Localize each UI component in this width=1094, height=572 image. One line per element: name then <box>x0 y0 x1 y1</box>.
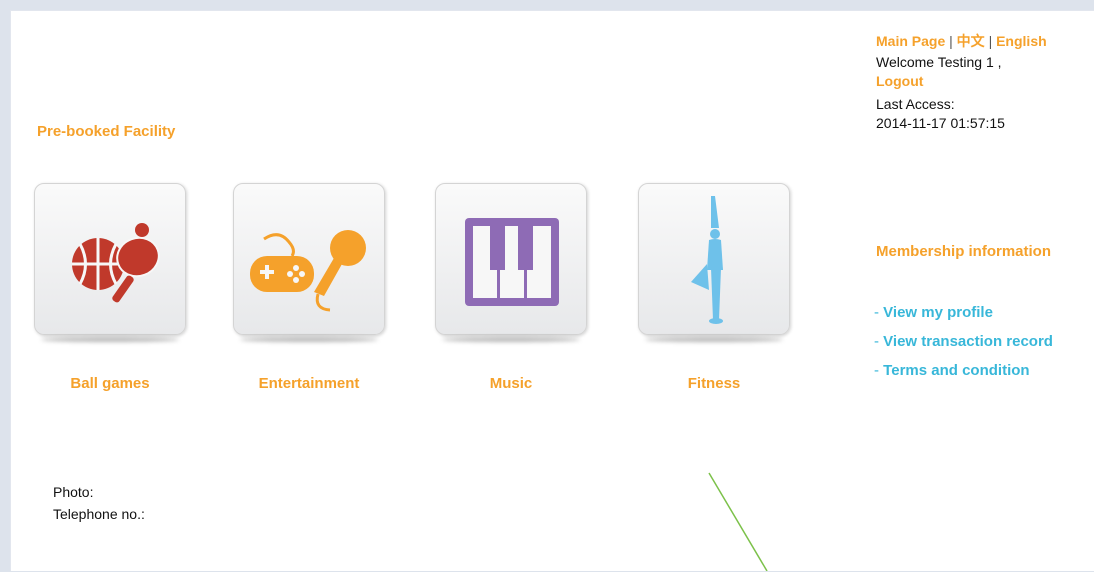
main-page-link[interactable]: Main Page <box>876 33 945 49</box>
account-panel: Main Page | 中文 | English Welcome Testing… <box>876 32 1047 133</box>
language-nav: Main Page | 中文 | English <box>876 32 1047 51</box>
photo-label: Photo: <box>53 484 94 500</box>
facility-ball-games[interactable]: Ball games <box>34 183 186 392</box>
yoga-figure-icon <box>691 196 723 324</box>
facility-tile[interactable] <box>638 183 790 335</box>
facility-label-music[interactable]: Music <box>435 375 587 392</box>
chinese-link[interactable]: 中文 <box>957 33 985 49</box>
membership-info-title: Membership information <box>876 243 1052 260</box>
last-access-label: Last Access: <box>876 96 955 112</box>
logout-link[interactable]: Logout <box>876 73 923 89</box>
prebooked-facility-title: Pre-booked Facility <box>37 123 176 140</box>
view-transaction-record-link[interactable]: - View transaction record <box>874 327 1053 356</box>
membership-links: - View my profile - View transaction rec… <box>874 298 1053 385</box>
ball-games-icon <box>72 223 160 303</box>
facility-label-ball-games[interactable]: Ball games <box>34 375 186 392</box>
welcome-text: Welcome Testing 1 , <box>876 54 1002 70</box>
facility-entertainment[interactable]: Entertainment <box>233 183 385 392</box>
main-page-area: Pre-booked Facility Ball games Entertain… <box>10 10 1094 571</box>
facility-fitness[interactable]: Fitness <box>638 183 790 392</box>
separator: | <box>949 33 953 49</box>
terms-and-condition-link[interactable]: - Terms and condition <box>874 356 1053 385</box>
facility-tile[interactable] <box>435 183 587 335</box>
facility-label-entertainment[interactable]: Entertainment <box>233 375 385 392</box>
last-access-value: 2014-11-17 01:57:15 <box>876 115 1005 131</box>
profile-info: Photo: Telephone no.: <box>53 481 145 525</box>
piano-keys-icon <box>465 218 559 306</box>
telephone-label: Telephone no.: <box>53 506 145 522</box>
facility-label-fitness[interactable]: Fitness <box>638 375 790 392</box>
game-controller-microphone-icon <box>250 230 366 312</box>
english-link[interactable]: English <box>996 33 1047 49</box>
view-profile-link[interactable]: - View my profile <box>874 298 1053 327</box>
facility-tile[interactable] <box>233 183 385 335</box>
facility-music[interactable]: Music <box>435 183 587 392</box>
facility-tile[interactable] <box>34 183 186 335</box>
separator: | <box>988 33 993 49</box>
